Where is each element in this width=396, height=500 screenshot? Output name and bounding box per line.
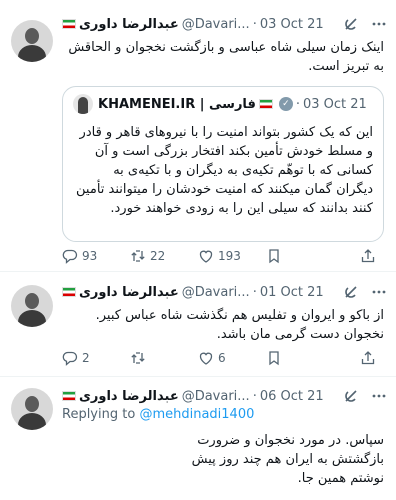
bookmark-icon: [269, 249, 279, 264]
quoted-avatar: [73, 94, 93, 114]
bookmark-button[interactable]: [266, 350, 286, 366]
like-button[interactable]: 6: [198, 350, 266, 366]
reply-icon: [62, 249, 78, 264]
heart-icon: [199, 250, 213, 263]
retweet-count: 22: [150, 249, 166, 263]
share-button[interactable]: [360, 248, 380, 264]
author-handle[interactable]: @Davari...: [182, 389, 250, 404]
quoted-tweet-text: این که یک کشور بتواند امنیت را با نیروها…: [76, 125, 373, 216]
verified-badge-icon: ✓: [278, 97, 293, 111]
tweet-1[interactable]: عبدالرضا داوری @Davari... · 03 Oct 21 ای…: [0, 0, 396, 270]
tweet-header: عبدالرضا داوری @Davari... · 03 Oct 21: [62, 14, 388, 34]
author-handle[interactable]: @Davari...: [182, 17, 250, 32]
bookmark-button[interactable]: [266, 248, 286, 264]
like-button[interactable]: 193: [198, 248, 266, 264]
bookmark-icon: [269, 351, 279, 366]
separator-dot: ·: [252, 284, 257, 300]
tweet-actions: 93 22 193: [62, 246, 380, 266]
quoted-tweet-date: 03 Oct 21: [302, 96, 367, 112]
separator-dot: ·: [252, 388, 257, 404]
iran-flag-icon: [62, 19, 76, 29]
retweet-button[interactable]: [130, 350, 198, 366]
iran-flag-icon: [62, 287, 76, 297]
quoted-tweet[interactable]: KHAMENEI.IR | فارسی ✓ · 03 Oct 21 این که…: [62, 86, 384, 242]
grok-icon[interactable]: [342, 15, 360, 33]
tweet-text: سپاس. در مورد نخجوان و ضرورت بازگشتش به …: [191, 433, 384, 486]
reply-count: 93: [82, 249, 98, 263]
iran-flag-icon: [258, 99, 273, 109]
replying-to-handle[interactable]: @mehdinadi1400: [139, 407, 254, 422]
like-count: 193: [218, 249, 241, 263]
replying-to-label: Replying to: [62, 407, 136, 422]
grok-icon[interactable]: [342, 283, 360, 301]
tweet-actions: 2 6: [62, 348, 380, 368]
tweet-header: عبدالرضا داوری @Davari... · 06 Oct 21: [62, 386, 388, 406]
reply-count: 2: [82, 351, 90, 365]
author-name[interactable]: عبدالرضا داوری: [79, 17, 179, 32]
author-name[interactable]: عبدالرضا داوری: [79, 389, 179, 404]
avatar[interactable]: [11, 285, 53, 327]
tweet-3[interactable]: عبدالرضا داوری @Davari... · 06 Oct 21 Re…: [0, 377, 396, 500]
grok-icon[interactable]: [342, 387, 360, 405]
reply-button[interactable]: 2: [62, 350, 130, 366]
more-icon[interactable]: [370, 283, 388, 301]
tweet-text: از باکو و ایروان و تفلیس هم نگذشت شاه عب…: [95, 308, 384, 342]
avatar[interactable]: [11, 388, 53, 430]
tweet-2[interactable]: عبدالرضا داوری @Davari... · 01 Oct 21 از…: [0, 272, 396, 376]
tweet-date[interactable]: 06 Oct 21: [260, 389, 324, 404]
retweet-icon: [131, 250, 145, 262]
separator-dot: ·: [252, 16, 257, 32]
share-icon: [361, 249, 375, 263]
quoted-author-name: KHAMENEI.IR | فارسی: [98, 96, 256, 112]
retweet-button[interactable]: 22: [130, 248, 198, 264]
replying-to: Replying to @mehdinadi1400: [62, 407, 254, 422]
tweet-text: اینک زمان سیلی شاه عباسی و بازگشت نخجوان…: [68, 40, 384, 74]
reply-button[interactable]: 93: [62, 248, 130, 264]
tweet-date[interactable]: 03 Oct 21: [260, 17, 324, 32]
more-icon[interactable]: [370, 15, 388, 33]
share-icon: [361, 351, 375, 365]
like-count: 6: [218, 351, 226, 365]
separator-dot: ·: [295, 96, 300, 112]
tweet-date[interactable]: 01 Oct 21: [260, 285, 324, 300]
retweet-icon: [131, 352, 145, 364]
heart-icon: [199, 352, 213, 365]
avatar[interactable]: [11, 20, 53, 62]
share-button[interactable]: [360, 350, 380, 366]
author-name[interactable]: عبدالرضا داوری: [79, 285, 179, 300]
author-handle[interactable]: @Davari...: [182, 285, 250, 300]
iran-flag-icon: [62, 391, 76, 401]
more-icon[interactable]: [370, 387, 388, 405]
quoted-tweet-header: KHAMENEI.IR | فارسی ✓ · 03 Oct 21: [73, 94, 373, 114]
tweet-header: عبدالرضا داوری @Davari... · 01 Oct 21: [62, 282, 388, 302]
reply-icon: [62, 351, 78, 366]
